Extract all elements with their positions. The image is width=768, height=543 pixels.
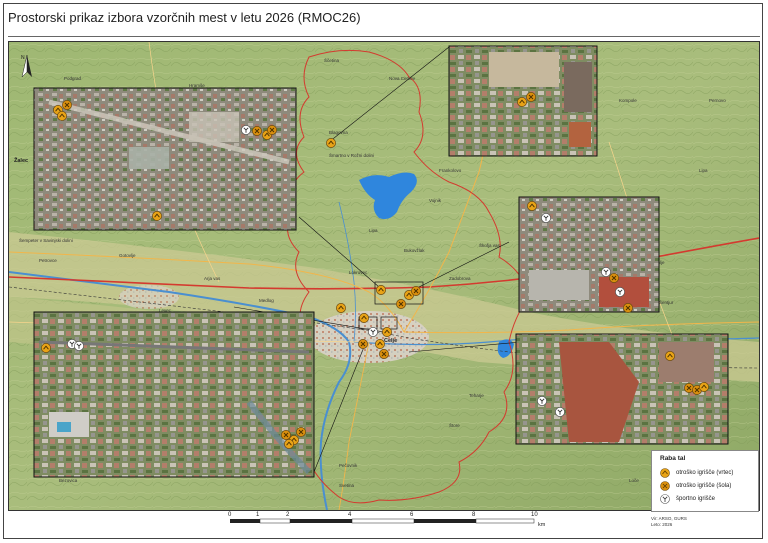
sports-field-icon [660,494,670,504]
svg-text:Lokrovec: Lokrovec [349,270,368,275]
svg-text:Gotovlje: Gotovlje [119,253,136,258]
school-playground-icon[interactable] [379,349,389,359]
title-divider [8,36,760,37]
map-canvas[interactable]: Ščetina Nova Cerkev Frankolovo Vojnik Bl… [8,41,760,511]
school-playground-icon [660,481,670,491]
school-playground-icon[interactable] [62,100,72,110]
scale-tick-8: 8 [472,512,476,518]
svg-text:Lipa: Lipa [699,168,708,173]
school-playground-icon[interactable] [526,92,536,102]
svg-text:Petrovce: Petrovce [39,258,57,263]
svg-text:Bukovžlak: Bukovžlak [404,248,425,253]
legend-item-kindergarten: otroško igrišče (vrtec) [660,468,733,478]
school-playground-icon[interactable] [267,125,277,135]
legend: Raba tal otroško igrišče (vrtec) otroško… [651,450,759,512]
school-playground-icon[interactable] [252,126,262,136]
school-playground-icon[interactable] [396,299,406,309]
sports-field-icon[interactable] [241,125,251,135]
kindergarten-playground-icon[interactable] [376,285,386,295]
svg-text:Loče: Loče [629,478,639,483]
kindergarten-playground-icon[interactable] [699,382,709,392]
year-line: Leto: 2026 [651,522,673,527]
school-playground-icon[interactable] [358,339,368,349]
kindergarten-playground-icon[interactable] [41,343,51,353]
kindergarten-playground-icon [660,468,670,478]
legend-title: Raba tal [660,455,686,462]
kindergarten-playground-icon[interactable] [665,351,675,361]
kindergarten-playground-icon[interactable] [336,303,346,313]
svg-text:Kompole: Kompole [619,98,637,103]
kindergarten-playground-icon[interactable] [326,138,336,148]
svg-text:Teharje: Teharje [469,393,484,398]
svg-text:Frankolovo: Frankolovo [439,168,462,173]
kindergarten-playground-icon[interactable] [527,201,537,211]
svg-text:Škofja vas: Škofja vas [479,242,501,248]
svg-text:Šentjur: Šentjur [659,299,674,305]
sports-field-icon[interactable] [601,267,611,277]
svg-text:Arja vas: Arja vas [204,276,221,281]
svg-text:Štore: Štore [449,422,460,428]
svg-text:Vojnik: Vojnik [429,198,442,203]
svg-text:Pernovo: Pernovo [709,98,726,103]
school-playground-icon[interactable] [281,430,291,440]
map-title: Prostorski prikaz izbora vzorčnih mest v… [8,10,361,25]
kindergarten-playground-icon[interactable] [359,313,369,323]
school-playground-icon[interactable] [609,273,619,283]
svg-text:Podgrad: Podgrad [64,76,82,81]
kindergarten-playground-icon[interactable] [517,97,527,107]
scale-tick-4: 4 [348,512,352,518]
sports-field-icon[interactable] [615,287,625,297]
kindergarten-playground-icon[interactable] [57,111,67,121]
svg-text:Žalec: Žalec [14,156,28,164]
scale-tick-1: 1 [256,512,260,518]
kindergarten-playground-icon[interactable] [382,327,392,337]
svg-text:Lipa: Lipa [369,228,378,233]
legend-item-sports: športno igrišče [660,494,715,504]
svg-text:Medlog: Medlog [259,298,274,303]
scale-tick-10: 10 [531,512,538,518]
kindergarten-playground-icon[interactable] [152,211,162,221]
scale-bar: 0 1 2 4 6 8 10 km [228,508,548,530]
kindergarten-playground-icon[interactable] [284,439,294,449]
sports-field-icon[interactable] [74,341,84,351]
scale-tick-2: 2 [286,512,290,518]
sports-field-icon[interactable] [368,327,378,337]
svg-text:Celje: Celje [384,338,397,344]
scale-tick-6: 6 [410,512,414,518]
source-note: Vir: ARSO, GURS Leto: 2026 [651,516,687,528]
inset-east [518,196,660,313]
school-playground-icon[interactable] [411,286,421,296]
svg-text:Pečovnik: Pečovnik [339,463,358,468]
school-playground-icon[interactable] [296,427,306,437]
scale-unit: km [538,522,546,528]
svg-text:Ščetina: Ščetina [324,57,340,63]
svg-text:Šempeter v Savinjski dolini: Šempeter v Savinjski dolini [19,237,73,243]
sports-field-icon[interactable] [555,407,565,417]
kindergarten-playground-icon[interactable] [375,339,385,349]
svg-text:Svetina: Svetina [339,483,355,488]
legend-item-school: otroško igrišče (šola) [660,481,731,491]
svg-text:N: N [21,55,25,61]
school-playground-icon[interactable] [623,303,633,313]
sports-field-icon[interactable] [537,396,547,406]
inset-northwest [33,87,297,231]
svg-text:Bezovica: Bezovica [59,478,78,483]
inset-southwest [33,311,315,478]
scale-tick-0: 0 [228,512,232,518]
svg-text:Zadobrova: Zadobrova [449,276,471,281]
svg-text:Hramše: Hramše [189,83,205,88]
sports-field-icon[interactable] [541,213,551,223]
svg-text:Šmartno v Rožni dolini: Šmartno v Rožni dolini [329,152,374,158]
urban-area-celje [309,311,429,363]
